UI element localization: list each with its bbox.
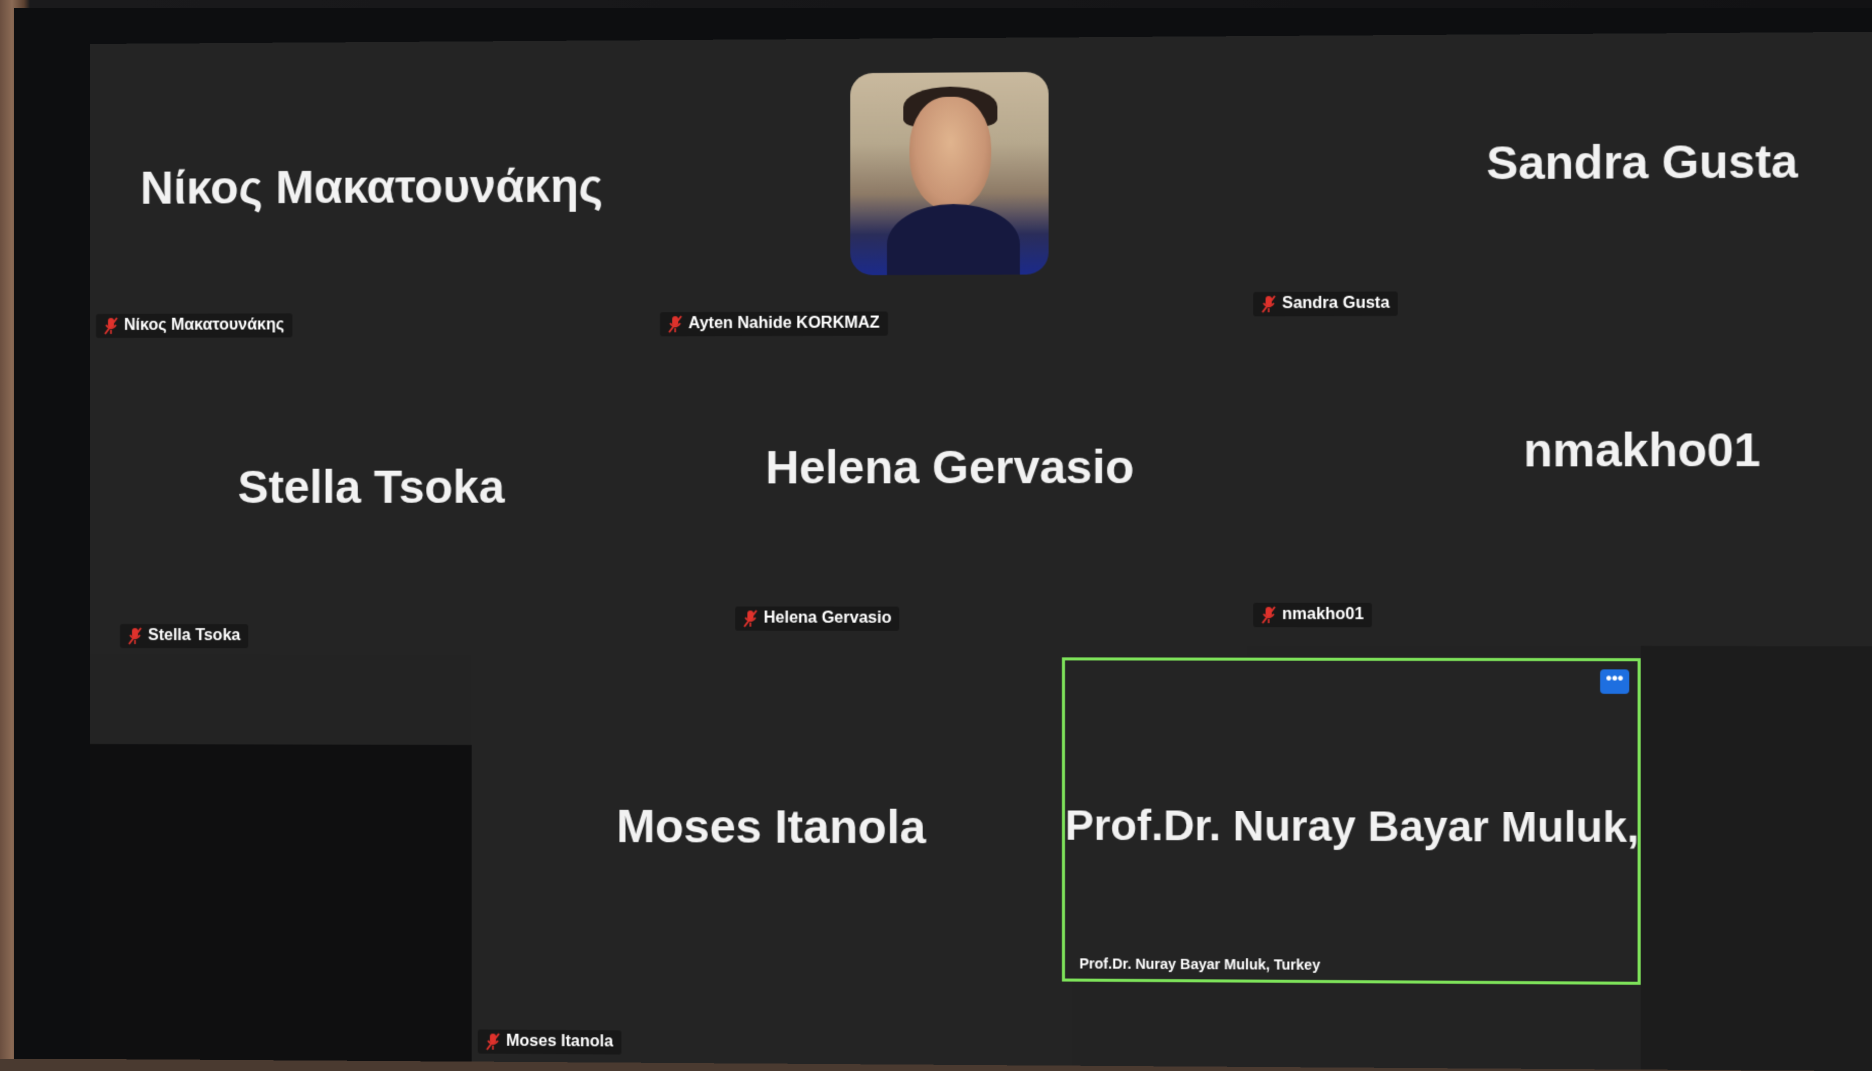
participant-caption-text: Prof.Dr. Nuray Bayar Muluk, Turkey — [1079, 955, 1321, 973]
participant-caption-text: nmakho01 — [1282, 605, 1364, 624]
microphone-muted-icon — [128, 627, 142, 645]
participant-caption: Νίκος Μακατουνάκης — [95, 313, 293, 338]
microphone-muted-icon — [1261, 606, 1275, 624]
participant-name-large: Stella Tsoka — [237, 460, 505, 513]
video-gallery: Νίκος Μακατουνάκης Νίκος Μακατουνάκης Ay… — [90, 31, 1872, 1071]
participant-name-large: nmakho01 — [1523, 423, 1761, 477]
participant-tile-sandra[interactable]: Sandra Gusta Sandra Gusta — [1247, 31, 1872, 341]
participant-tile-nikos[interactable]: Νίκος Μακατουνάκης Νίκος Μακατουνάκης — [90, 40, 654, 345]
participant-tile-ayten[interactable]: Ayten Nahide KORKMAZ — [653, 36, 1248, 343]
participant-caption-text: Sandra Gusta — [1282, 294, 1390, 313]
participant-caption: Stella Tsoka — [119, 624, 249, 649]
empty-tile-area — [90, 744, 472, 1067]
participant-caption-text: Νίκος Μακατουνάκης — [123, 316, 285, 334]
microphone-muted-icon — [1261, 295, 1275, 313]
participant-caption-text: Moses Itanola — [506, 1032, 614, 1051]
participant-name-large: Prof.Dr. Nuray Bayar Muluk,... — [1065, 801, 1676, 852]
participant-name-large: Moses Itanola — [616, 799, 926, 854]
participant-caption-text: Stella Tsoka — [148, 627, 241, 645]
participant-caption: Prof.Dr. Nuray Bayar Muluk, Turkey — [1071, 952, 1328, 976]
participant-caption: Ayten Nahide KORKMAZ — [659, 311, 888, 337]
participant-tile-moses[interactable]: Moses Itanola Moses Itanola — [471, 654, 1073, 1066]
participant-tile-helena[interactable]: Helena Gervasio Helena Gervasio — [653, 340, 1248, 656]
participant-name-large: Sandra Gusta — [1486, 134, 1798, 190]
microphone-muted-icon — [668, 315, 682, 333]
participant-tile-nmakho[interactable]: nmakho01 nmakho01 — [1247, 338, 1872, 647]
more-options-button[interactable]: ••• — [1600, 669, 1630, 694]
participant-video — [850, 71, 1049, 276]
participant-tile-nuray-active-speaker[interactable]: ••• Prof.Dr. Nuray Bayar Muluk,... Prof.… — [1061, 657, 1676, 985]
microphone-muted-icon — [104, 317, 118, 335]
participant-tile-stella[interactable]: Stella Tsoka Stella Tsoka — [90, 342, 654, 655]
microphone-muted-icon — [743, 610, 757, 628]
participant-caption-text: Ayten Nahide KORKMAZ — [688, 314, 880, 333]
participant-name-large: Νίκος Μακατουνάκης — [140, 159, 603, 214]
participant-caption: nmakho01 — [1253, 602, 1373, 628]
participant-caption-text: Helena Gervasio — [763, 609, 892, 627]
participant-caption: Moses Itanola — [477, 1029, 622, 1055]
participant-caption: Sandra Gusta — [1253, 291, 1398, 317]
participant-name-large: Helena Gervasio — [765, 440, 1135, 494]
participant-caption: Helena Gervasio — [735, 606, 900, 631]
microphone-muted-icon — [486, 1033, 500, 1051]
empty-tile-right — [1640, 645, 1872, 1071]
